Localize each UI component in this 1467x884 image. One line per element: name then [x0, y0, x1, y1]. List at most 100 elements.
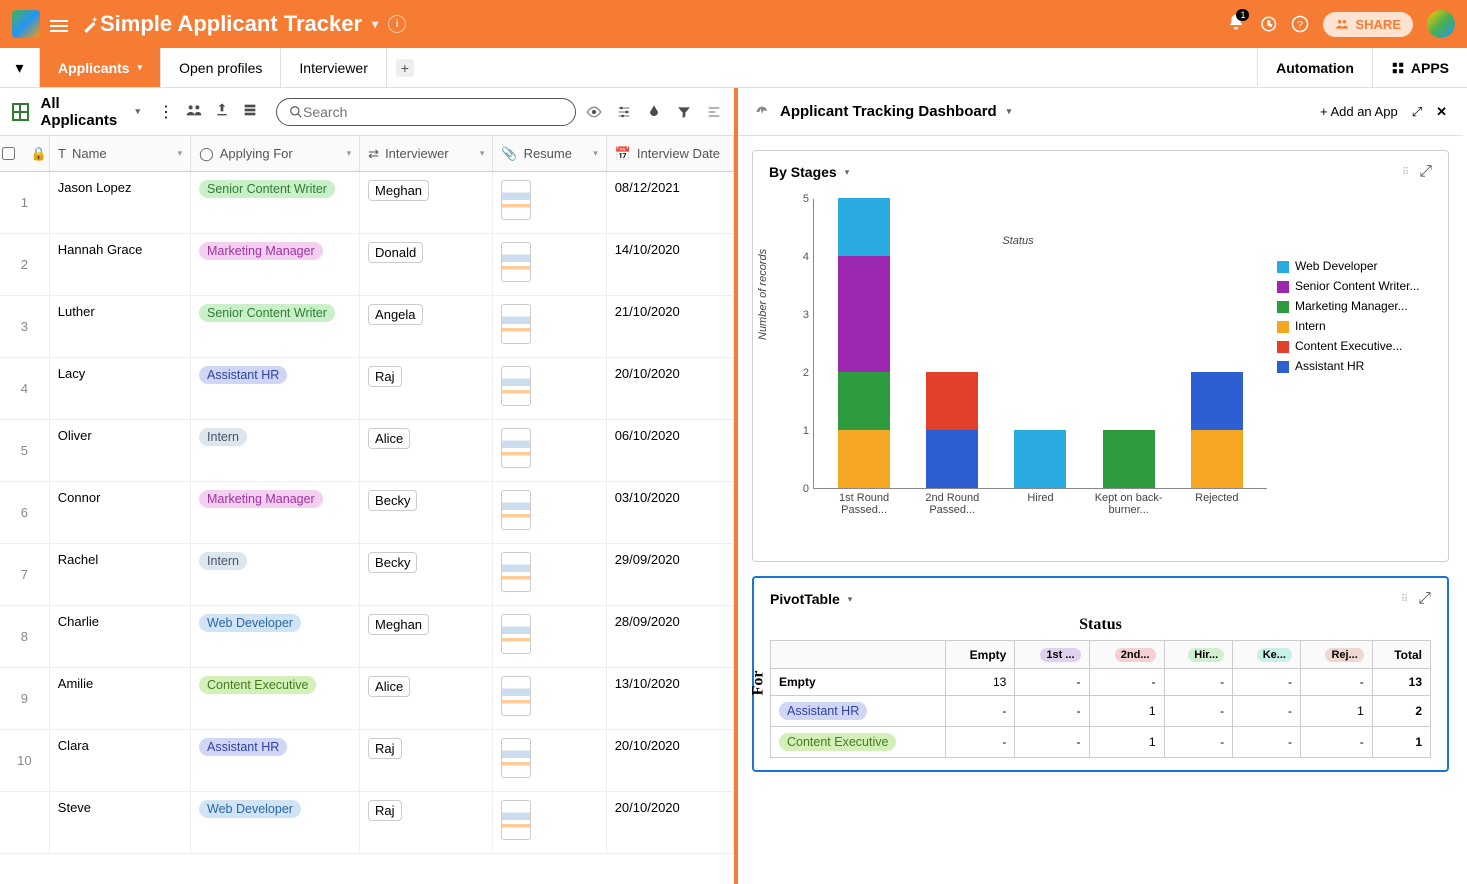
table-row[interactable]: 10ClaraAssistant HRRaj20/10/2020 [0, 730, 734, 792]
cell-date[interactable]: 29/09/2020 [607, 544, 734, 605]
col-interview-date[interactable]: 📅Interview Date [607, 136, 734, 171]
doc-title-area[interactable]: Simple Applicant Tracker ▾ i [100, 11, 406, 37]
cell-applying-for[interactable]: Web Developer [191, 792, 360, 853]
export-icon[interactable] [214, 102, 230, 118]
add-tab-button[interactable]: + [387, 48, 423, 87]
apps-button[interactable]: APPS [1372, 48, 1467, 87]
drag-handle-icon[interactable]: ⠿ [1402, 167, 1411, 178]
table-body[interactable]: 1Jason LopezSenior Content WriterMeghan0… [0, 172, 734, 884]
legend-item[interactable]: Senior Content Writer... [1277, 279, 1432, 293]
cell-interviewer[interactable]: Alice [360, 668, 493, 729]
cell-resume[interactable] [493, 234, 606, 295]
collapse-tabs-button[interactable]: ▾ [0, 48, 40, 87]
people-icon[interactable] [186, 102, 202, 118]
pivot-col-header[interactable]: Rej... [1300, 641, 1372, 669]
search-input[interactable] [276, 98, 576, 126]
cell-date[interactable]: 20/10/2020 [607, 792, 734, 853]
legend-item[interactable]: Web Developer [1277, 259, 1432, 273]
cell-resume[interactable] [493, 420, 606, 481]
table-row[interactable]: 3LutherSenior Content WriterAngela21/10/… [0, 296, 734, 358]
cell-applying-for[interactable]: Senior Content Writer [191, 172, 360, 233]
tab-open-profiles[interactable]: Open profiles [161, 48, 281, 87]
attachment-thumbnail[interactable] [501, 614, 531, 654]
cell-name[interactable]: Clara [50, 730, 191, 791]
cell-date[interactable]: 28/09/2020 [607, 606, 734, 667]
table-row[interactable]: 4LacyAssistant HRRaj20/10/2020 [0, 358, 734, 420]
chevron-down-icon[interactable]: ▾ [845, 167, 850, 178]
cell-name[interactable]: Connor [50, 482, 191, 543]
table-row[interactable]: SteveWeb DeveloperRaj 20/10/2020 [0, 792, 734, 854]
cell-name[interactable]: Rachel [50, 544, 191, 605]
cell-name[interactable]: Lacy [50, 358, 191, 419]
cell-resume[interactable] [493, 606, 606, 667]
hide-fields-icon[interactable] [586, 104, 602, 120]
cell-name[interactable]: Oliver [50, 420, 191, 481]
cell-applying-for[interactable]: Senior Content Writer [191, 296, 360, 357]
cell-interviewer[interactable]: Raj [360, 358, 493, 419]
cell-resume[interactable] [493, 482, 606, 543]
more-icon[interactable]: ⋮ [158, 102, 174, 122]
cell-interviewer[interactable]: Raj [360, 792, 493, 853]
cell-applying-for[interactable]: Marketing Manager [191, 234, 360, 295]
col-resume[interactable]: 📎Resume▾ [493, 136, 606, 171]
cell-resume[interactable] [493, 172, 606, 233]
cell-applying-for[interactable]: Intern [191, 544, 360, 605]
attachment-thumbnail[interactable] [501, 366, 531, 406]
cell-interviewer[interactable]: Donald [360, 234, 493, 295]
cell-date[interactable]: 14/10/2020 [607, 234, 734, 295]
cell-interviewer[interactable]: Becky [360, 482, 493, 543]
cell-applying-for[interactable]: Web Developer [191, 606, 360, 667]
cell-resume[interactable] [493, 296, 606, 357]
tab-applicants[interactable]: Applicants▾ [40, 48, 161, 87]
chevron-down-icon[interactable]: ▾ [848, 594, 853, 605]
cell-date[interactable]: 03/10/2020 [607, 482, 734, 543]
cell-resume[interactable] [493, 358, 606, 419]
attachment-thumbnail[interactable] [501, 676, 531, 716]
view-selector[interactable]: All Applicants ▾ [12, 95, 140, 129]
pivot-col-header[interactable]: 1st ... [1015, 641, 1089, 669]
col-checkbox[interactable]: 🔒 [0, 136, 50, 171]
table-row[interactable]: 1Jason LopezSenior Content WriterMeghan0… [0, 172, 734, 234]
search-field[interactable] [303, 104, 563, 120]
legend-item[interactable]: Intern [1277, 319, 1432, 333]
cell-name[interactable]: Amilie [50, 668, 191, 729]
pivot-row-header[interactable]: Assistant HR [771, 696, 946, 727]
table-row[interactable]: 2Hannah GraceMarketing ManagerDonald14/1… [0, 234, 734, 296]
chevron-down-icon[interactable]: ▾ [372, 17, 378, 31]
attachment-thumbnail[interactable] [501, 242, 531, 282]
cell-name[interactable]: Steve [50, 792, 191, 853]
automation-button[interactable]: Automation [1257, 48, 1372, 87]
col-name[interactable]: TName▾ [50, 136, 191, 171]
attachment-thumbnail[interactable] [501, 180, 531, 220]
cell-applying-for[interactable]: Marketing Manager [191, 482, 360, 543]
cell-interviewer[interactable]: Raj [360, 730, 493, 791]
cell-resume[interactable] [493, 544, 606, 605]
sliders-icon[interactable] [616, 104, 632, 120]
cell-resume[interactable] [493, 730, 606, 791]
pivot-row-header[interactable]: Content Executive [771, 727, 946, 758]
cell-applying-for[interactable]: Content Executive [191, 668, 360, 729]
cell-interviewer[interactable]: Meghan [360, 606, 493, 667]
tab-interviewer[interactable]: Interviewer [281, 48, 386, 87]
attachment-thumbnail[interactable] [501, 552, 531, 592]
cell-date[interactable]: 20/10/2020 [607, 358, 734, 419]
expand-icon[interactable]: ⤢ [1419, 163, 1432, 181]
drag-handle-icon[interactable]: ⠿ [1401, 594, 1410, 605]
color-icon[interactable] [646, 104, 662, 120]
table-row[interactable]: 7RachelInternBecky29/09/2020 [0, 544, 734, 606]
attachment-thumbnail[interactable] [501, 800, 531, 840]
table-row[interactable]: 6ConnorMarketing ManagerBecky03/10/2020 [0, 482, 734, 544]
cell-date[interactable]: 20/10/2020 [607, 730, 734, 791]
menu-icon[interactable] [50, 17, 68, 31]
pivot-row-header[interactable]: Empty [771, 669, 946, 696]
magic-wand-icon[interactable] [82, 15, 100, 33]
attachment-thumbnail[interactable] [501, 304, 531, 344]
notifications-button[interactable]: 1 [1227, 13, 1245, 36]
cell-name[interactable]: Luther [50, 296, 191, 357]
table-row[interactable]: 9AmilieContent ExecutiveAlice13/10/2020 [0, 668, 734, 730]
cell-applying-for[interactable]: Intern [191, 420, 360, 481]
cell-name[interactable]: Hannah Grace [50, 234, 191, 295]
share-button[interactable]: SHARE [1323, 12, 1413, 37]
table-row[interactable]: 5OliverInternAlice06/10/2020 [0, 420, 734, 482]
cell-resume[interactable] [493, 792, 606, 853]
